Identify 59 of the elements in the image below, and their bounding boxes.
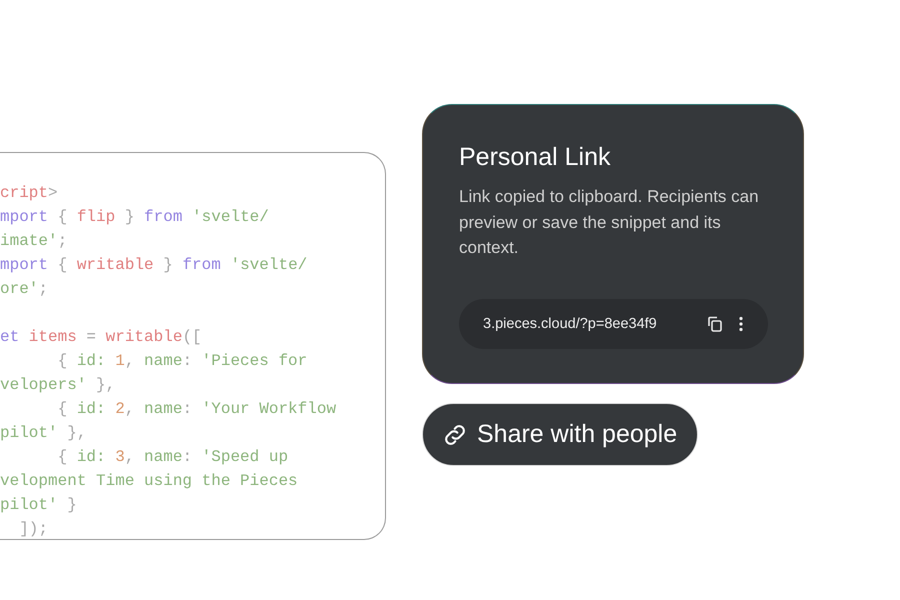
code-token: id: <box>76 352 106 370</box>
code-token: pilot' <box>0 496 58 514</box>
code-token: imate' <box>0 232 58 250</box>
code-token: et <box>0 328 20 346</box>
code-token: { <box>56 400 68 418</box>
code-token: pilot' <box>0 424 58 442</box>
code-token: : <box>182 448 194 466</box>
code-token: name <box>144 448 182 466</box>
code-token: mport <box>0 208 48 226</box>
code-token: id: <box>76 448 106 466</box>
card-title: Personal Link <box>459 143 612 172</box>
code-token: from <box>182 256 221 274</box>
link-text: 3.pieces.cloud/?p=8ee34f9 <box>483 316 658 332</box>
code-token: name <box>144 400 182 418</box>
code-token: 'Pieces for <box>202 352 308 370</box>
code-token: id: <box>76 400 106 418</box>
more-icon[interactable] <box>738 316 744 332</box>
code-token: }, <box>66 424 86 442</box>
code-token: 3 <box>114 448 125 466</box>
code-token: { <box>56 448 68 466</box>
card-message: Link copied to clipboard. Recipients can preview or save the snippet and its context. <box>459 186 760 259</box>
code-token: flip <box>76 208 116 226</box>
code-token: ]); <box>18 520 48 538</box>
code-token: ore' <box>0 280 38 298</box>
link-field[interactable]: 3.pieces.cloud/?p=8ee34f9 <box>459 298 768 348</box>
code-token: 'Your Workflow <box>202 400 336 418</box>
code-token: , <box>124 400 136 418</box>
code-token: ; <box>38 280 48 298</box>
code-token: > <box>48 184 58 202</box>
code-token: writable <box>76 256 154 274</box>
code-token: } <box>124 208 136 226</box>
code-token: 1 <box>114 352 125 370</box>
code-token: from <box>144 208 182 226</box>
code-token: ([ <box>182 328 202 346</box>
code-token: { <box>56 256 68 274</box>
code-token: , <box>124 352 136 370</box>
code-token: { <box>56 352 68 370</box>
code-token: velopers' <box>0 376 86 394</box>
code-token: } <box>162 256 174 274</box>
code-token: : <box>182 352 194 370</box>
share-button[interactable]: Share with people <box>422 403 698 466</box>
code-token: : <box>182 400 194 418</box>
code-token: } <box>66 496 77 514</box>
code-token: writable <box>106 328 182 346</box>
code-token: , <box>124 448 136 466</box>
code-token: 'Speed up <box>202 448 288 466</box>
code-token: 'svelte/ <box>229 256 308 274</box>
code-token: 2 <box>114 400 125 418</box>
code-token: mport <box>0 256 48 274</box>
copy-icon[interactable] <box>706 314 724 332</box>
code-token: = <box>85 328 98 346</box>
code-token: }, <box>95 376 116 394</box>
code-token: items <box>28 328 77 346</box>
code-token: ; <box>58 232 68 250</box>
code-token: 'svelte/ <box>191 208 269 226</box>
code-token: velopment Time using the Pieces <box>0 472 298 490</box>
code-token: name <box>144 352 182 370</box>
code-token: { <box>56 208 68 226</box>
code-token: cript <box>0 184 48 202</box>
